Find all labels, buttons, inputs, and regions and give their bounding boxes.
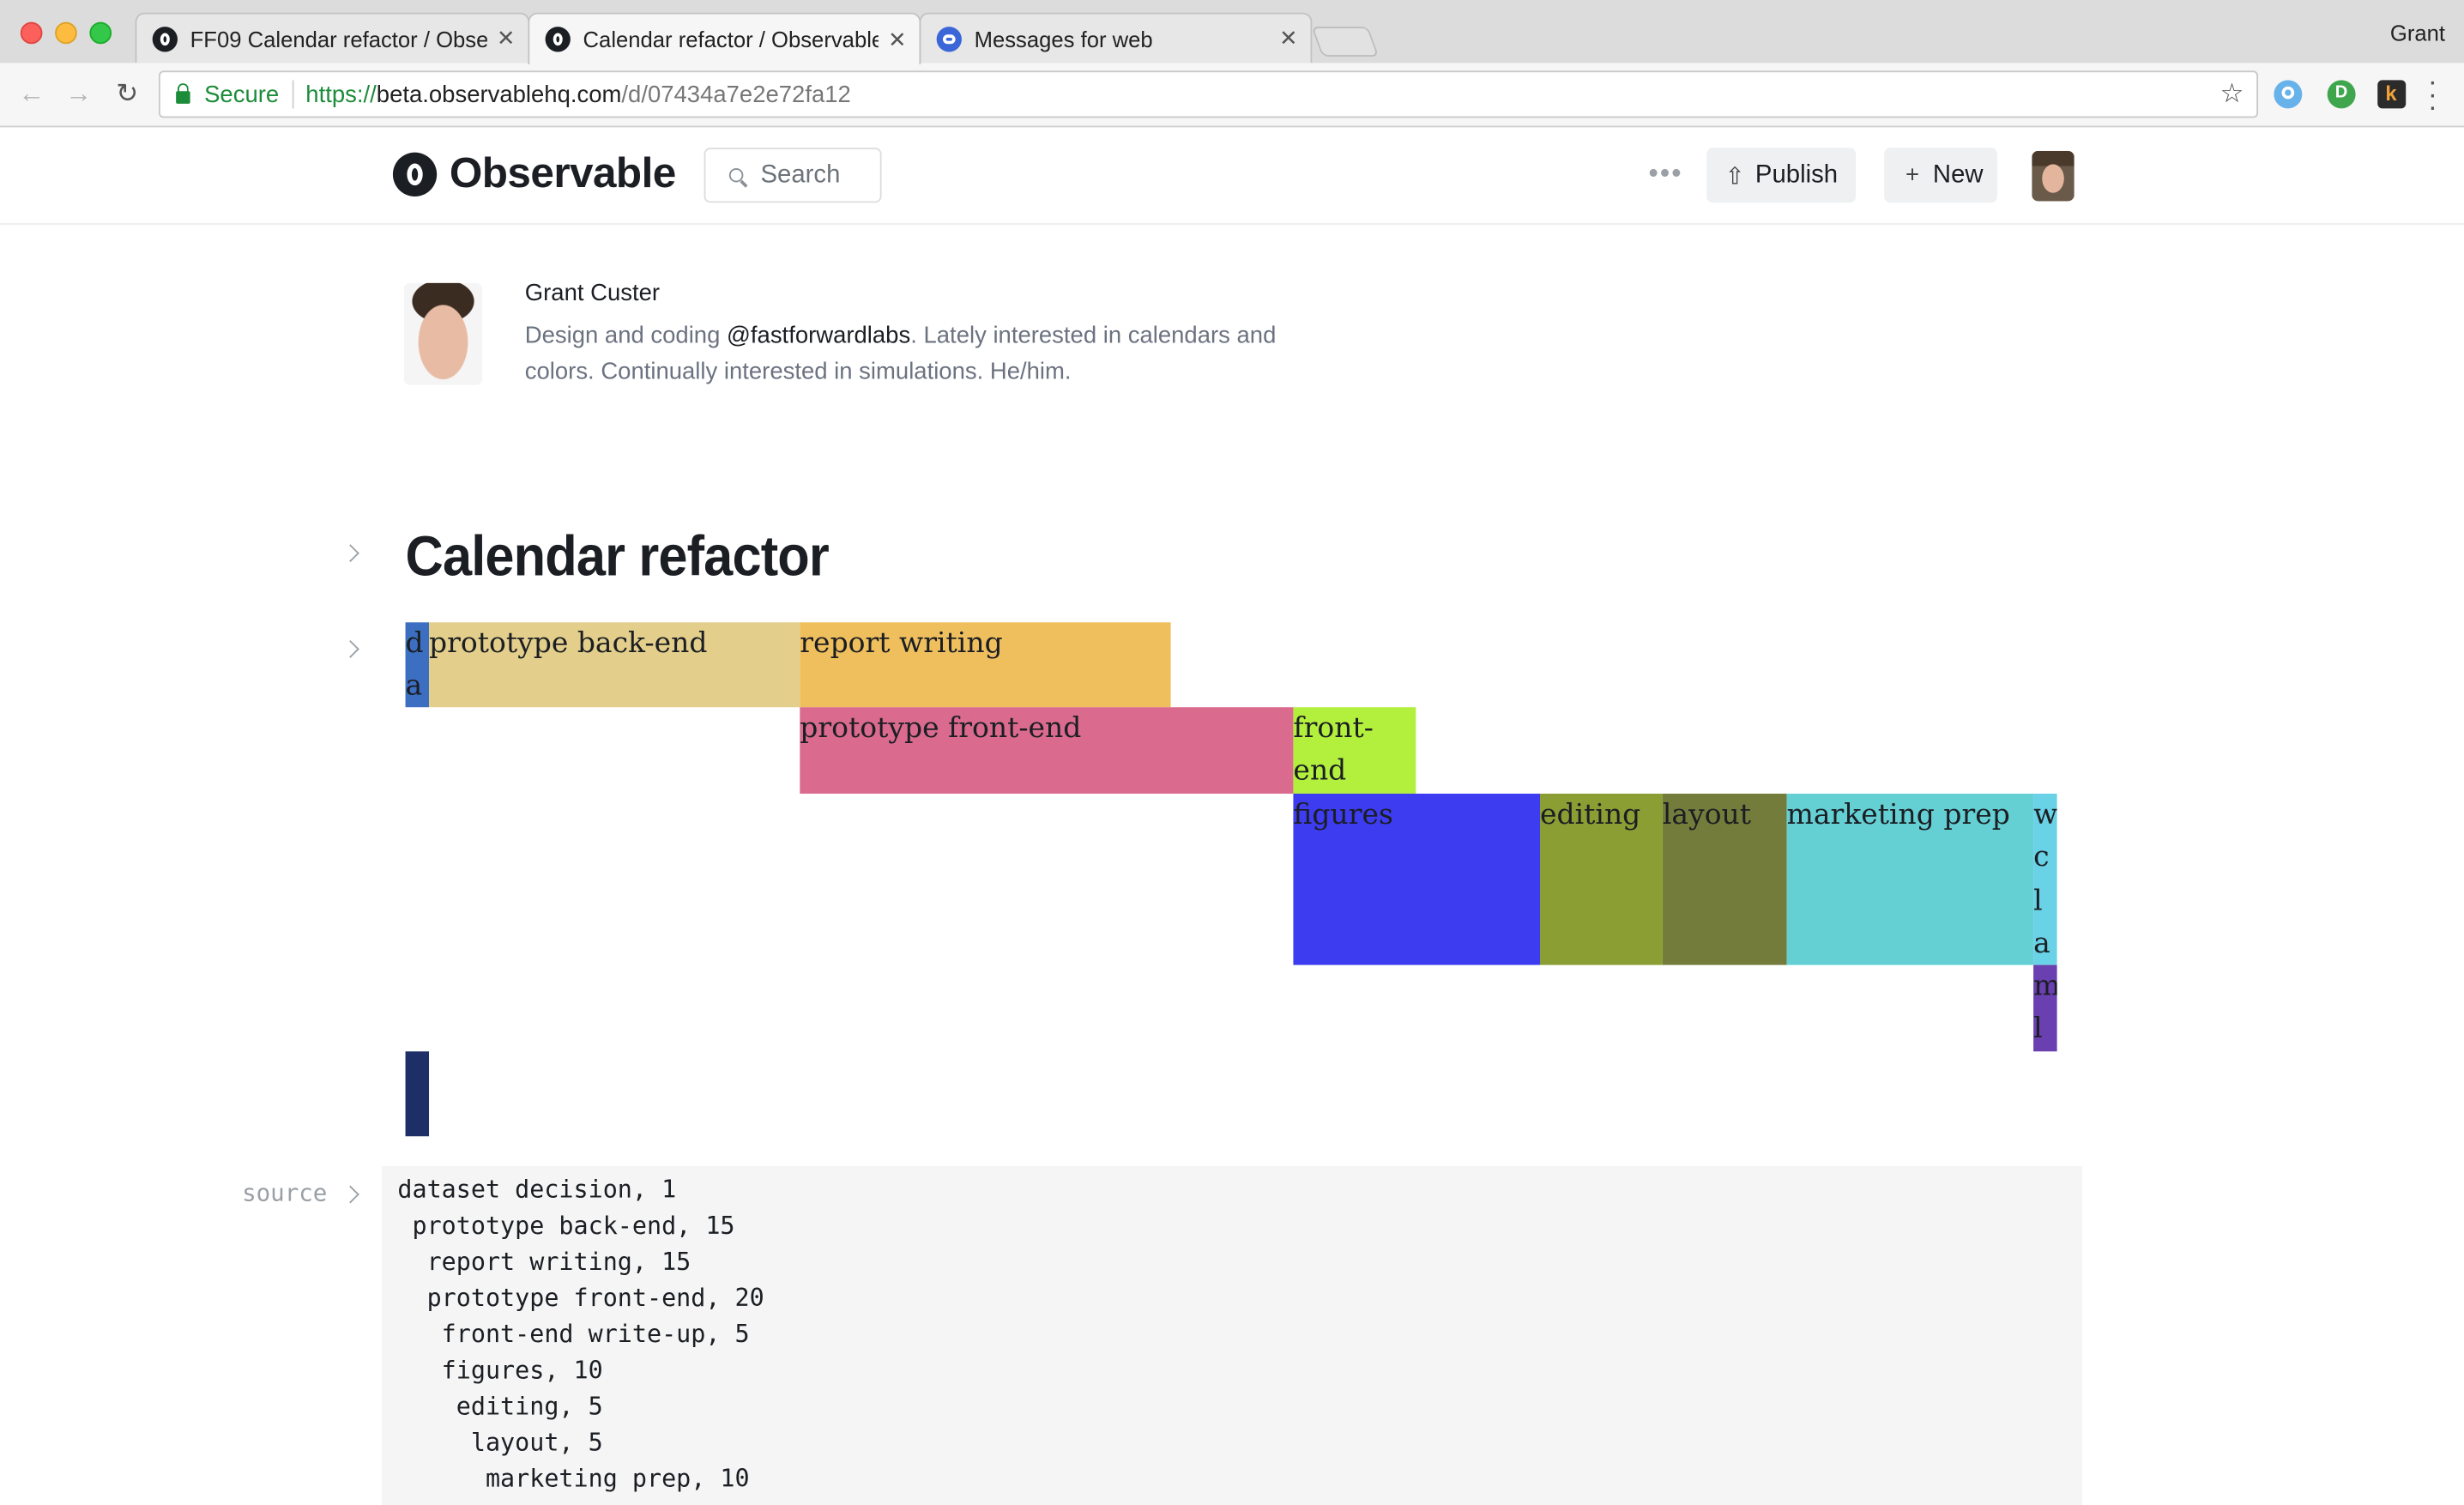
extension-icon[interactable] bbox=[2274, 80, 2303, 109]
url-host: beta.observablehq.com bbox=[376, 81, 622, 108]
close-tab-icon[interactable]: ✕ bbox=[493, 25, 518, 51]
search-icon bbox=[728, 167, 744, 183]
secure-label: Secure bbox=[204, 81, 280, 108]
task-block-front-end-write-up: front-end write-up bbox=[1293, 707, 1416, 794]
task-block-dataset-decision: dataset decision bbox=[405, 622, 430, 708]
task-block-marketing-prep: marketing prep bbox=[1786, 793, 2034, 965]
forward-arrow-icon[interactable]: → bbox=[63, 79, 94, 111]
minimize-window-button[interactable] bbox=[55, 21, 77, 45]
back-arrow-icon[interactable]: ← bbox=[15, 79, 47, 111]
observable-logo-icon[interactable] bbox=[392, 152, 438, 196]
plus-icon: + bbox=[1905, 161, 1920, 189]
tab-title: Messages for web bbox=[974, 26, 1153, 51]
browser-tab[interactable]: FF09 Calendar refactor / Observable ✕ bbox=[135, 12, 530, 63]
new-button[interactable]: + New bbox=[1884, 148, 1998, 203]
task-block-editing: editing bbox=[1539, 793, 1663, 965]
browser-toolbar: ← → ↻ Secure https://beta.observablehq.c… bbox=[0, 63, 2464, 128]
cell-toggle-icon[interactable] bbox=[341, 544, 359, 563]
bio-handle-link[interactable]: @fastforwardlabs bbox=[727, 322, 910, 348]
task-block-prototype-front-end: prototype front-end bbox=[800, 707, 1294, 794]
author-avatar[interactable] bbox=[403, 282, 483, 385]
publish-label: Publish bbox=[1754, 160, 1839, 188]
search-input[interactable]: Search bbox=[704, 148, 882, 203]
reload-icon[interactable]: ↻ bbox=[112, 79, 143, 111]
extension-icon[interactable] bbox=[2327, 80, 2356, 109]
task-block-purple: m la bbox=[2033, 964, 2057, 1052]
zoom-window-button[interactable] bbox=[89, 21, 112, 45]
observable-icon bbox=[152, 26, 178, 51]
divider bbox=[291, 80, 293, 109]
observable-logo-text[interactable]: Observable bbox=[450, 149, 676, 198]
bio-text: Design and coding bbox=[524, 322, 728, 349]
more-options-icon[interactable]: ••• bbox=[1648, 157, 1682, 190]
task-block-report-writing: report writing bbox=[800, 622, 1171, 708]
share-icon: ⇧ bbox=[1724, 162, 1745, 190]
bookmark-star-icon[interactable]: ☆ bbox=[2220, 79, 2244, 111]
task-block-layout: layout bbox=[1662, 793, 1787, 965]
close-window-button[interactable] bbox=[20, 21, 43, 45]
browser-tab-active[interactable]: Calendar refactor / Observable ✕ bbox=[528, 12, 921, 65]
task-block-cyan: wc la to cl bbox=[2033, 793, 2057, 965]
search-placeholder: Search bbox=[760, 160, 841, 188]
user-avatar[interactable] bbox=[2032, 150, 2074, 202]
author-bio: Design and coding @fastforwardlabs. Late… bbox=[525, 317, 1295, 390]
url-path: /d/07434a7e2e72fa12 bbox=[621, 81, 851, 108]
task-block-navy bbox=[405, 1051, 430, 1137]
task-block-figures: figures bbox=[1293, 793, 1540, 965]
observable-icon bbox=[545, 27, 571, 52]
lock-icon bbox=[176, 83, 190, 104]
author-name[interactable]: Grant Custer bbox=[525, 280, 660, 306]
source-toggle-icon[interactable] bbox=[341, 1185, 359, 1204]
tab-title: FF09 Calendar refactor / Observable bbox=[190, 26, 487, 51]
tab-title: Calendar refactor / Observable bbox=[583, 27, 879, 52]
browser-tab[interactable]: Messages for web ✕ bbox=[919, 12, 1313, 63]
new-label: New bbox=[1932, 160, 1984, 188]
task-block-prototype-back-end: prototype back-end bbox=[429, 622, 800, 708]
close-tab-icon[interactable]: ✕ bbox=[1276, 25, 1301, 51]
source-label[interactable]: source bbox=[242, 1179, 327, 1207]
browser-menu-icon[interactable]: · · · bbox=[2420, 68, 2445, 121]
cell-toggle-icon[interactable] bbox=[341, 640, 359, 658]
notebook-title: Calendar refactor bbox=[405, 523, 830, 589]
messages-icon bbox=[936, 26, 962, 51]
new-tab-button[interactable] bbox=[1311, 27, 1380, 57]
profile-name[interactable]: Grant bbox=[2390, 21, 2445, 45]
tab-bar: FF09 Calendar refactor / Observable ✕ Ca… bbox=[0, 0, 2464, 65]
source-code-text[interactable]: dataset decision, 1 prototype back-end, … bbox=[397, 1172, 764, 1497]
close-tab-icon[interactable]: ✕ bbox=[885, 26, 909, 52]
extension-icon[interactable] bbox=[2377, 80, 2407, 109]
url-scheme: https:// bbox=[305, 81, 377, 108]
address-bar[interactable]: Secure https://beta.observablehq.com/d/0… bbox=[158, 70, 2259, 118]
publish-button[interactable]: ⇧ Publish bbox=[1706, 148, 1857, 203]
observable-header: Observable Search ••• ⇧ Publish + New bbox=[0, 127, 2464, 225]
